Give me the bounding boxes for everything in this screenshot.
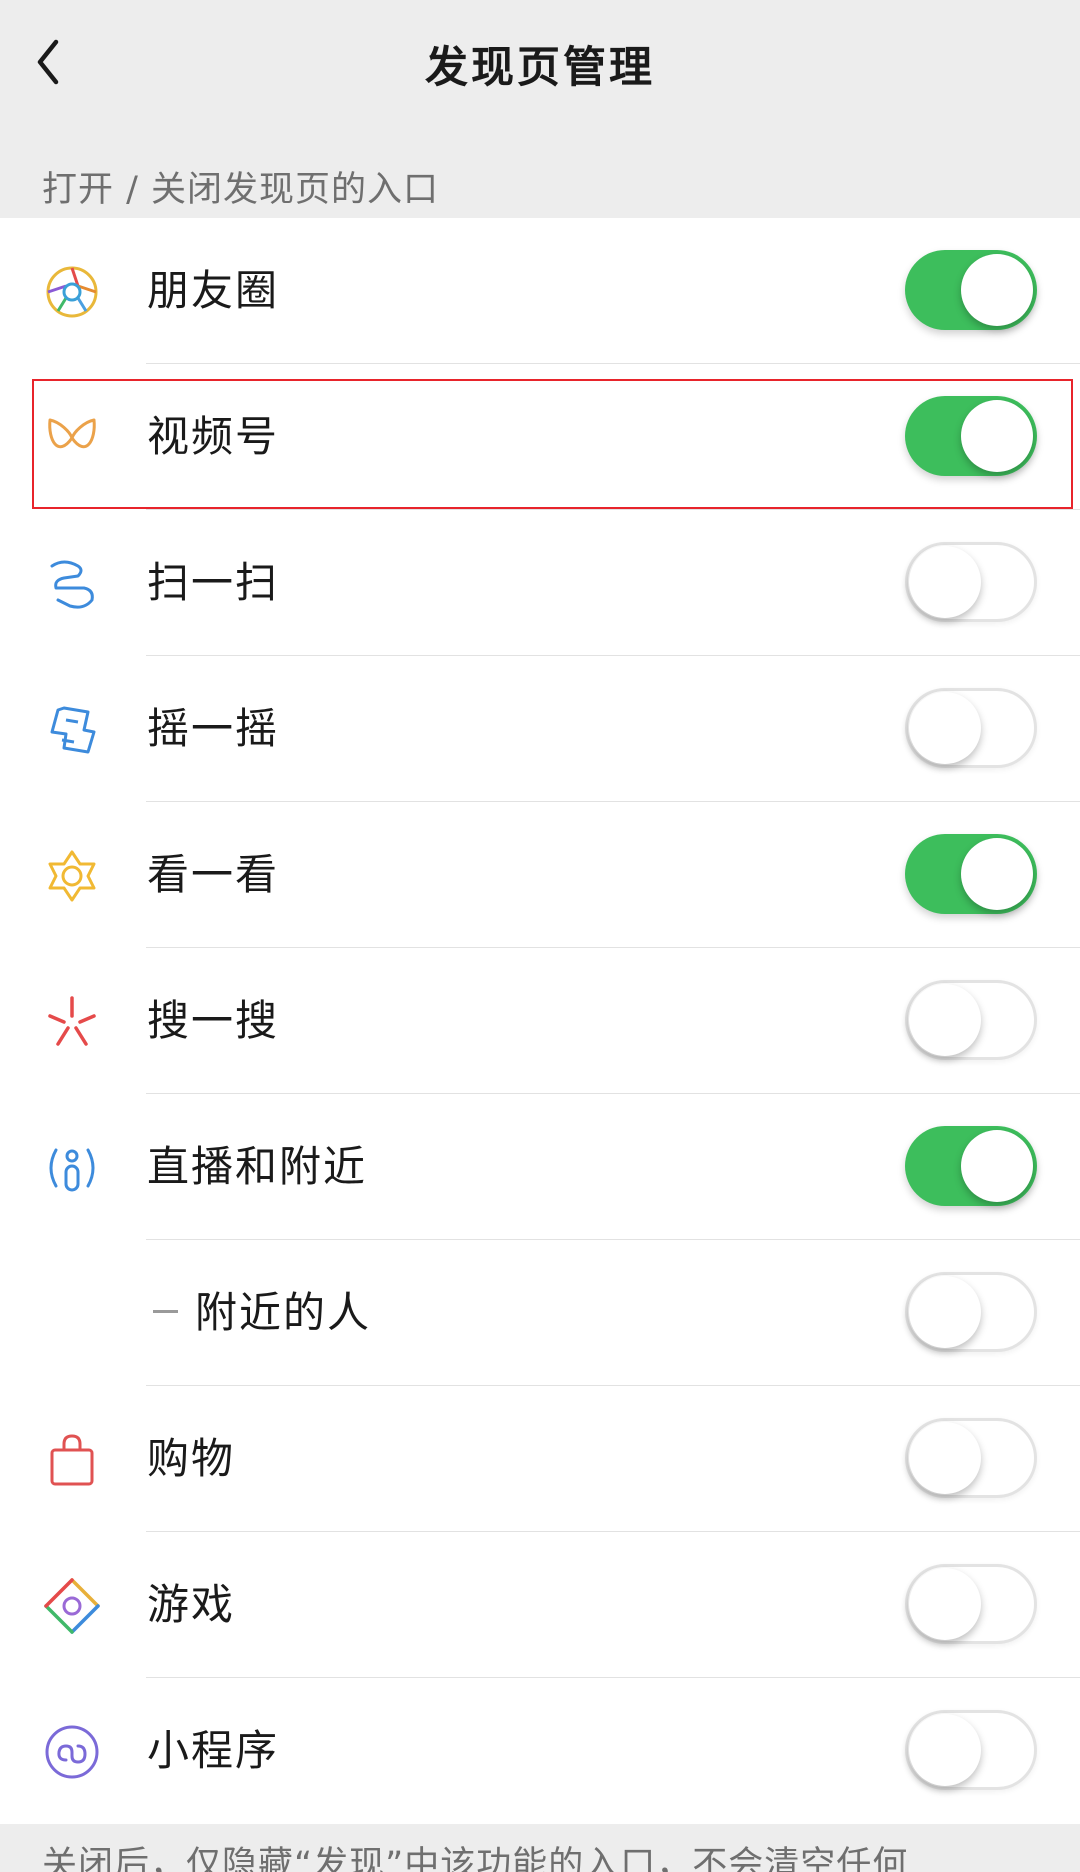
list-item-shake: 摇一摇 — [0, 656, 1080, 802]
footer-note: 关闭后，仅隐藏“发现”中该功能的入口，不会清空任何 — [42, 1845, 909, 1872]
live-nearby-icon — [49, 1148, 95, 1192]
item-label: 小程序 — [147, 1726, 280, 1775]
section-header: 打开 / 关闭发现页的入口 — [42, 170, 440, 210]
scan-icon — [50, 560, 94, 609]
toggle-moments[interactable] — [905, 250, 1037, 330]
toggle-knob — [909, 984, 981, 1056]
item-label: 看一看 — [147, 850, 280, 899]
item-label: 直播和附近 — [147, 1142, 368, 1191]
toggle-knob — [909, 1422, 981, 1494]
channels-icon — [48, 418, 96, 449]
toggle-knob — [961, 838, 1033, 910]
toggle-mini-programs[interactable] — [905, 1710, 1037, 1790]
discover-management-page: 发现页管理 打开 / 关闭发现页的入口 朋友圈 视频号 扫一扫 摇一摇 看一看 … — [0, 0, 1080, 1872]
list-item-moments: 朋友圈 — [0, 218, 1080, 364]
toggle-knob — [909, 1276, 981, 1348]
toggle-top-stories[interactable] — [905, 834, 1037, 914]
list-item-shopping: 购物 — [0, 1386, 1080, 1532]
item-label: 朋友圈 — [147, 266, 280, 315]
item-label: 摇一摇 — [147, 704, 280, 753]
moments-icon — [46, 266, 98, 318]
top-stories-icon — [48, 850, 96, 902]
item-label: 附近的人 — [195, 1288, 372, 1337]
toggle-knob — [909, 546, 981, 618]
list-item-live-nearby: 直播和附近 — [0, 1094, 1080, 1240]
list-item-scan: 扫一扫 — [0, 510, 1080, 656]
list-item-games: 游戏 — [0, 1532, 1080, 1678]
list-item-search: 搜一搜 — [0, 948, 1080, 1094]
toggle-search[interactable] — [905, 980, 1037, 1060]
toggle-scan[interactable] — [905, 542, 1037, 622]
list-item-people-nearby: 附近的人 — [0, 1240, 1080, 1386]
discover-entries-list: 朋友圈 视频号 扫一扫 摇一摇 看一看 搜一搜 直播和附近 附近的人 购物 游戏… — [0, 218, 1080, 1824]
toggle-shopping[interactable] — [905, 1418, 1037, 1498]
toggle-knob — [961, 1130, 1033, 1202]
toggle-people-nearby[interactable] — [905, 1272, 1037, 1352]
mini-program-icon — [45, 1725, 99, 1779]
page-title: 发现页管理 — [425, 43, 655, 93]
toggle-live-nearby[interactable] — [905, 1126, 1037, 1206]
toggle-knob — [961, 254, 1033, 326]
search-icon — [48, 996, 96, 1046]
toggle-knob — [909, 692, 981, 764]
item-label: 购物 — [147, 1434, 236, 1483]
list-item-channels: 视频号 — [0, 364, 1080, 510]
item-label: 游戏 — [147, 1580, 236, 1629]
toggle-knob — [961, 400, 1033, 472]
sub-item-dash — [153, 1310, 178, 1313]
toggle-knob — [909, 1568, 981, 1640]
top-navigation-bar: 发现页管理 — [0, 0, 1080, 130]
shake-icon — [50, 706, 96, 754]
item-label: 视频号 — [147, 412, 280, 461]
shopping-bag-icon — [50, 1434, 94, 1486]
toggle-games[interactable] — [905, 1564, 1037, 1644]
games-icon — [44, 1578, 100, 1634]
item-label: 扫一扫 — [147, 558, 280, 607]
toggle-channels[interactable] — [905, 396, 1037, 476]
item-label: 搜一搜 — [147, 996, 280, 1045]
list-item-mini-programs: 小程序 — [0, 1678, 1080, 1824]
toggle-knob — [909, 1714, 981, 1786]
list-item-top-stories: 看一看 — [0, 802, 1080, 948]
toggle-shake[interactable] — [905, 688, 1037, 768]
